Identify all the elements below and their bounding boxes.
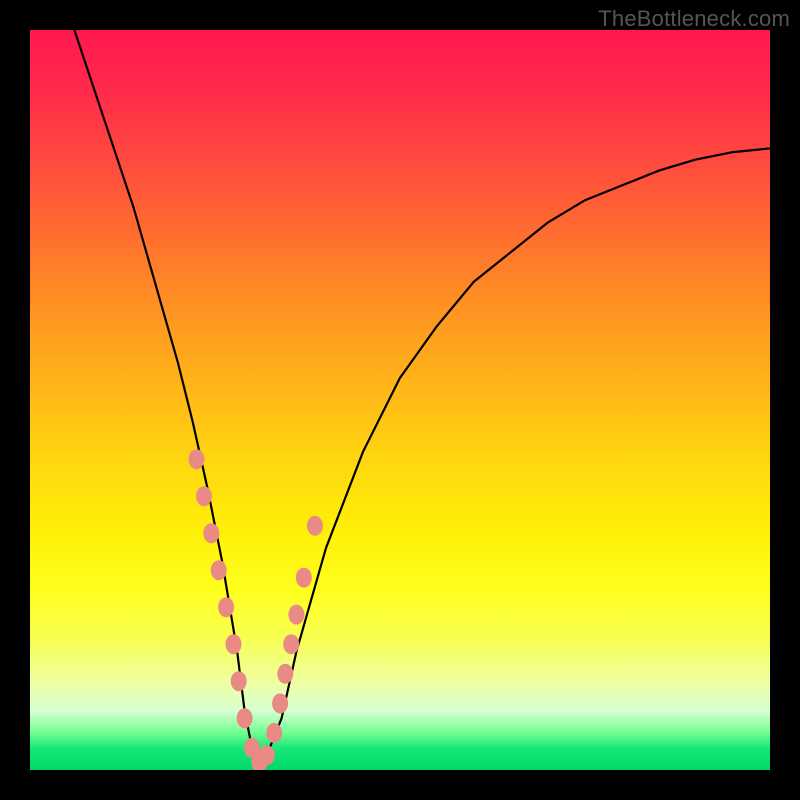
watermark-text: TheBottleneck.com [598, 6, 790, 32]
highlight-dot [307, 516, 323, 536]
plot-area [30, 30, 770, 770]
highlight-dot [259, 745, 275, 765]
highlight-dot [203, 523, 219, 543]
bottleneck-curve [74, 30, 770, 763]
highlight-dot [218, 597, 234, 617]
highlight-dot [189, 449, 205, 469]
highlight-dot [277, 664, 293, 684]
highlight-dot [288, 605, 304, 625]
highlight-dot [272, 693, 288, 713]
highlight-dot [211, 560, 227, 580]
highlight-dot [196, 486, 212, 506]
highlight-dot [266, 723, 282, 743]
highlight-dot [296, 568, 312, 588]
chart-frame: TheBottleneck.com [0, 0, 800, 800]
curve-layer [30, 30, 770, 770]
highlight-dot [283, 634, 299, 654]
highlight-dot [231, 671, 247, 691]
highlight-dots [189, 449, 323, 770]
highlight-dot [226, 634, 242, 654]
highlight-dot [237, 708, 253, 728]
